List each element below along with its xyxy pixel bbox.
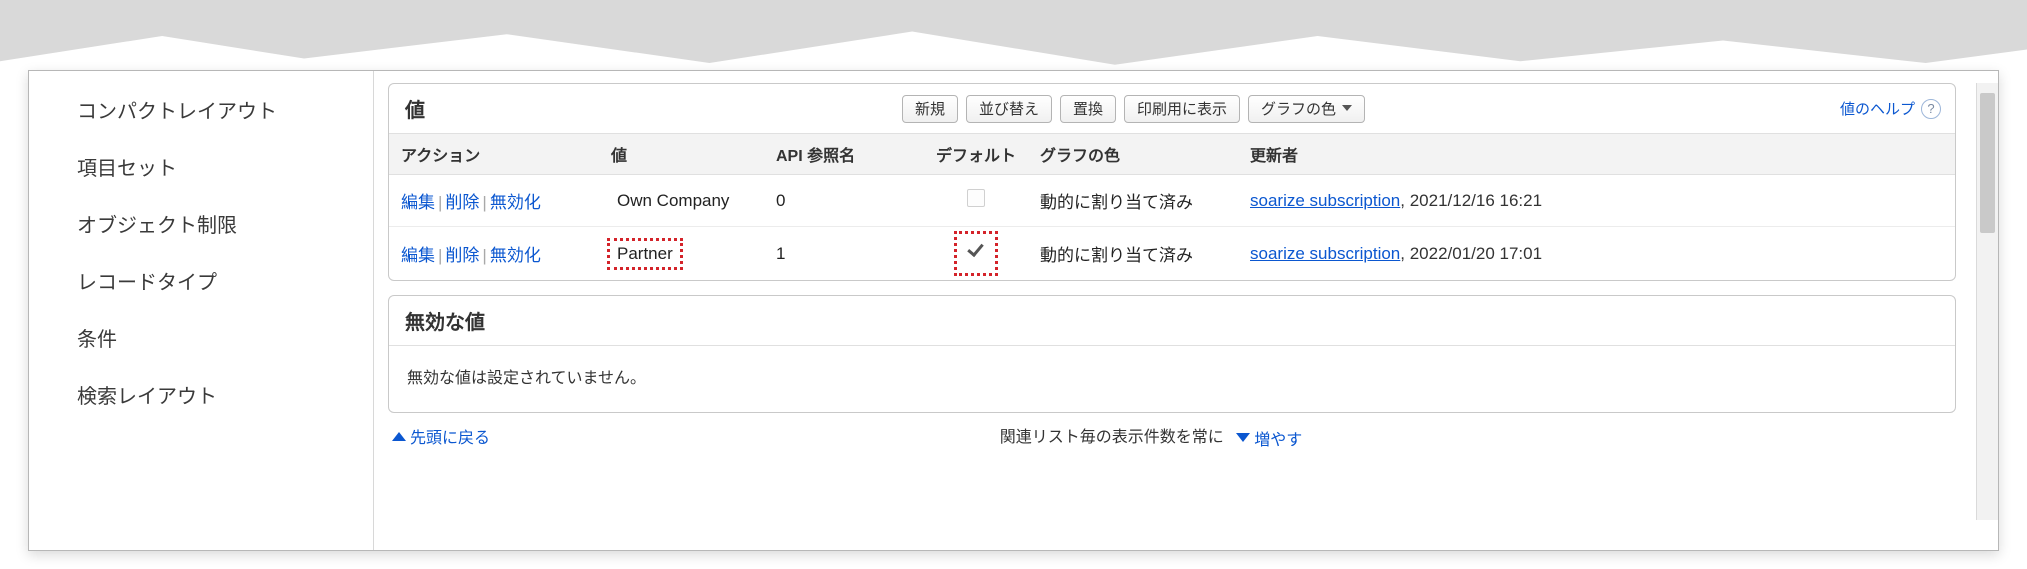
help-icon[interactable]: ? bbox=[1921, 99, 1941, 119]
chart-color-cell: 動的に割り当て済み bbox=[1028, 227, 1238, 281]
sidebar-item-object-limits[interactable]: オブジェクト制限 bbox=[29, 195, 373, 252]
show-more-link[interactable]: 増やす bbox=[1232, 426, 1302, 450]
inactive-empty-message: 無効な値は設定されていません。 bbox=[389, 345, 1955, 412]
separator: | bbox=[479, 246, 489, 265]
caret-down-icon bbox=[1236, 433, 1250, 442]
updated-by-user-link[interactable]: soarize subscription bbox=[1250, 191, 1400, 210]
vertical-scrollbar[interactable] bbox=[1976, 83, 1998, 520]
chart-color-dropdown[interactable]: グラフの色 bbox=[1248, 95, 1365, 123]
scrollbar-thumb[interactable] bbox=[1980, 93, 1995, 233]
chevron-down-icon bbox=[1342, 105, 1352, 111]
separator: | bbox=[479, 193, 489, 212]
delete-link[interactable]: 削除 bbox=[445, 246, 479, 265]
col-action: アクション bbox=[389, 134, 599, 175]
back-to-top-label: 先頭に戻る bbox=[410, 424, 490, 448]
replace-button[interactable]: 置換 bbox=[1060, 95, 1116, 123]
delete-link[interactable]: 削除 bbox=[445, 193, 479, 212]
back-to-top-link[interactable]: 先頭に戻る bbox=[392, 424, 490, 448]
sidebar-item-conditions[interactable]: 条件 bbox=[29, 309, 373, 366]
separator: | bbox=[435, 193, 445, 212]
new-button[interactable]: 新規 bbox=[902, 95, 958, 123]
inactive-section-title: 無効な値 bbox=[403, 302, 487, 339]
col-api-name: API 参照名 bbox=[764, 134, 924, 175]
content-frame: コンパクトレイアウト 項目セット オブジェクト制限 レコードタイプ 条件 検索レ… bbox=[28, 70, 1999, 551]
api-name-cell: 0 bbox=[764, 175, 924, 227]
col-chart-color: グラフの色 bbox=[1028, 134, 1238, 175]
sidebar-item-compact-layouts[interactable]: コンパクトレイアウト bbox=[29, 81, 373, 138]
api-name-cell: 1 bbox=[764, 227, 924, 281]
values-toolbar: 新規 並び替え 置換 印刷用に表示 グラフの色 bbox=[427, 95, 1840, 123]
values-card: 値 新規 並び替え 置換 印刷用に表示 グラフの色 値の bbox=[388, 83, 1956, 281]
values-help-link[interactable]: 値のヘルプ bbox=[1840, 98, 1915, 119]
col-value: 値 bbox=[599, 134, 764, 175]
updated-at-text: , 2021/12/16 16:21 bbox=[1400, 191, 1542, 210]
values-table: アクション 値 API 参照名 デフォルト グラフの色 更新者 編集|削除|無効… bbox=[389, 133, 1955, 280]
unchecked-box-icon bbox=[967, 189, 985, 207]
separator: | bbox=[435, 246, 445, 265]
sidebar: コンパクトレイアウト 項目セット オブジェクト制限 レコードタイプ 条件 検索レ… bbox=[29, 71, 374, 550]
show-more-label: 増やす bbox=[1254, 426, 1302, 450]
table-row: 編集|削除|無効化Own Company0動的に割り当て済みsoarize su… bbox=[389, 175, 1955, 227]
chart-color-dropdown-label: グラフの色 bbox=[1261, 98, 1336, 119]
col-default: デフォルト bbox=[924, 134, 1028, 175]
printable-view-button[interactable]: 印刷用に表示 bbox=[1124, 95, 1240, 123]
values-section-title: 値 bbox=[403, 90, 427, 127]
edit-link[interactable]: 編集 bbox=[401, 193, 435, 212]
inactive-values-card: 無効な値 無効な値は設定されていません。 bbox=[388, 295, 1956, 413]
related-list-footer: 先頭に戻る 関連リスト毎の表示件数を常に 増やす bbox=[388, 413, 1956, 452]
value-cell: Own Company bbox=[611, 189, 735, 213]
edit-link[interactable]: 編集 bbox=[401, 246, 435, 265]
deactivate-link[interactable]: 無効化 bbox=[490, 193, 541, 212]
footer-center-text: 関連リスト毎の表示件数を常に 増やす bbox=[490, 423, 1812, 450]
updated-at-text: , 2022/01/20 17:01 bbox=[1400, 244, 1542, 263]
reorder-button[interactable]: 並び替え bbox=[966, 95, 1052, 123]
table-row: 編集|削除|無効化Partner1動的に割り当て済みsoarize subscr… bbox=[389, 227, 1955, 281]
caret-up-icon bbox=[392, 432, 406, 441]
chart-color-cell: 動的に割り当て済み bbox=[1028, 175, 1238, 227]
deactivate-link[interactable]: 無効化 bbox=[490, 246, 541, 265]
main-panel: 値 新規 並び替え 置換 印刷用に表示 グラフの色 値の bbox=[374, 71, 1998, 550]
check-icon bbox=[966, 241, 986, 261]
col-updated-by: 更新者 bbox=[1238, 134, 1955, 175]
sidebar-item-record-types[interactable]: レコードタイプ bbox=[29, 252, 373, 309]
value-cell: Partner bbox=[611, 242, 679, 266]
highlight-box bbox=[607, 238, 683, 270]
sidebar-item-field-sets[interactable]: 項目セット bbox=[29, 138, 373, 195]
updated-by-user-link[interactable]: soarize subscription bbox=[1250, 244, 1400, 263]
sidebar-item-search-layouts[interactable]: 検索レイアウト bbox=[29, 366, 373, 423]
